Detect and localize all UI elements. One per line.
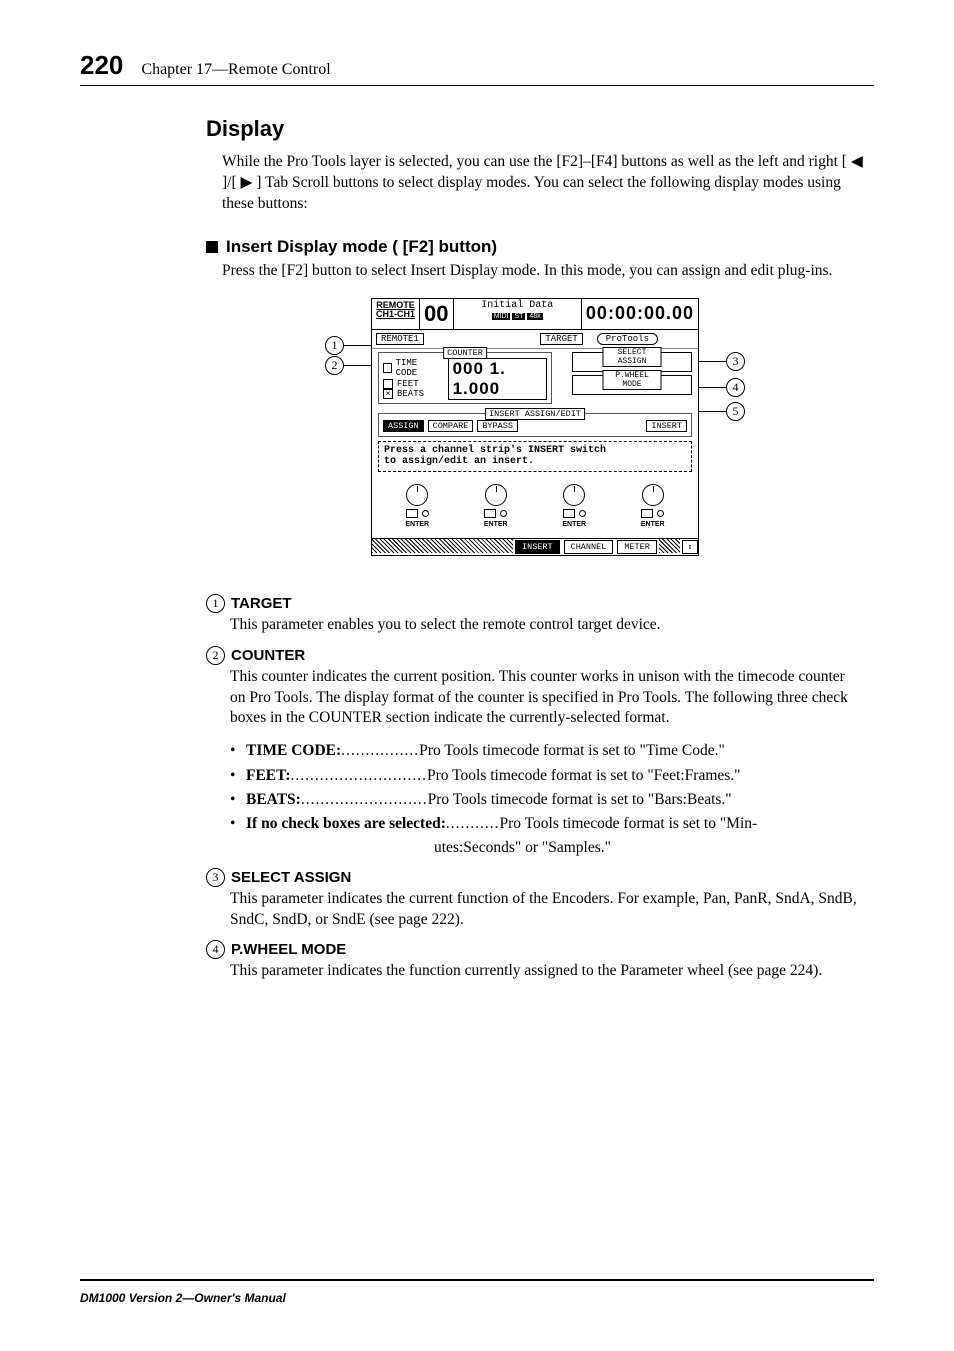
counter-bullet: • If no check boxes are selected: ......… [230,812,864,835]
bypass-button: BYPASS [477,420,518,432]
callout-4: 4 [726,378,745,397]
param-marker-3: 3 [206,868,225,887]
fs-icon: 48k [527,313,542,320]
protools-chip: ProTools [597,333,658,345]
param-marker-4: 4 [206,940,225,959]
counter-readout: 000 1. 1.000 [448,358,547,400]
encoder-knob-icon [485,484,507,506]
param-counter-title: COUNTER [231,647,305,664]
insert-assign-edit-box: INSERT ASSIGN/EDIT ASSIGN COMPARE BYPASS… [378,413,692,437]
display-figure: 1 2 3 4 5 [371,298,699,556]
param-marker-2: 2 [206,646,225,665]
scene-number: 00 [420,299,453,329]
insert-tab: INSERT [515,540,560,554]
callout-3: 3 [726,352,745,371]
counter-box: COUNTER TIME CODE FEET ×BEATS 000 1. 1.0… [378,352,552,404]
param-target-body: This parameter enables you to select the… [230,615,864,636]
footer-rule [80,1279,874,1281]
counter-bullet: • BEATS: .......................... Pro … [230,788,864,811]
meter-tab: METER [617,540,657,554]
param-select-assign-body: This parameter indicates the current fun… [230,889,864,931]
tab-bar: INSERT CHANNEL METER ⇕ [372,538,698,555]
pwheel-mode-box: P.WHEEL MODE Prm [572,375,692,395]
param-target-title: TARGET [231,595,292,612]
square-bullet-icon [206,241,218,253]
param-pwheel-body: This parameter indicates the function cu… [230,961,864,982]
encoder-knob-icon [406,484,428,506]
section-intro: While the Pro Tools layer is selected, y… [222,152,864,215]
chapter-title: Chapter 17—Remote Control [141,61,330,79]
compare-button: COMPARE [428,420,474,432]
callout-1: 1 [325,336,344,355]
param-marker-1: 1 [206,594,225,613]
param-pwheel-title: P.WHEEL MODE [231,941,346,958]
mode-heading: Insert Display mode ( [F2] button) [206,237,864,257]
section-title: Display [206,116,864,142]
encoder-knob-icon [642,484,664,506]
target-chip: TARGET [540,333,582,345]
st-icon: ST [512,313,525,320]
midi-icon: MIDI [492,313,511,320]
callout-2: 2 [325,356,344,375]
initial-data-block: Initial Data MIDI ST 48k [454,299,582,329]
insert-button: INSERT [646,420,687,432]
encoder-row: ENTER ENTER ENTER ENTER [372,476,698,538]
mode-description: Press the [F2] button to select Insert D… [222,261,864,282]
timecode-display: 00:00:00.00 [582,299,698,329]
page-header: 220 Chapter 17—Remote Control [80,50,874,86]
counter-bullet-continuation: utes:Seconds" or "Samples." [434,836,864,859]
assign-button: ASSIGN [383,420,424,432]
mode-title: Insert Display mode ( [F2] button) [226,237,497,257]
encoder-knob-icon [563,484,585,506]
remote-header: REMOTE CH1-CH1 [372,299,420,329]
scroll-icon: ⇕ [682,540,698,554]
param-counter-body: This counter indicates the current posit… [230,667,864,730]
remote1-chip: REMOTE1 [376,333,424,345]
select-assign-box: SELECT ASSIGN Pan [572,352,692,372]
footer-text: DM1000 Version 2—Owner's Manual [80,1291,286,1305]
param-select-assign-title: SELECT ASSIGN [231,869,351,886]
lcd-screen: REMOTE CH1-CH1 00 Initial Data MIDI ST 4… [371,298,699,556]
counter-bullet: • FEET: ............................ Pro… [230,764,864,787]
counter-bullet: • TIME CODE: ................ Pro Tools … [230,739,864,762]
callout-5: 5 [726,402,745,421]
channel-tab: CHANNEL [564,540,614,554]
page-number: 220 [80,50,123,81]
instruction-message: Press a channel strip's INSERT switch to… [378,441,692,472]
